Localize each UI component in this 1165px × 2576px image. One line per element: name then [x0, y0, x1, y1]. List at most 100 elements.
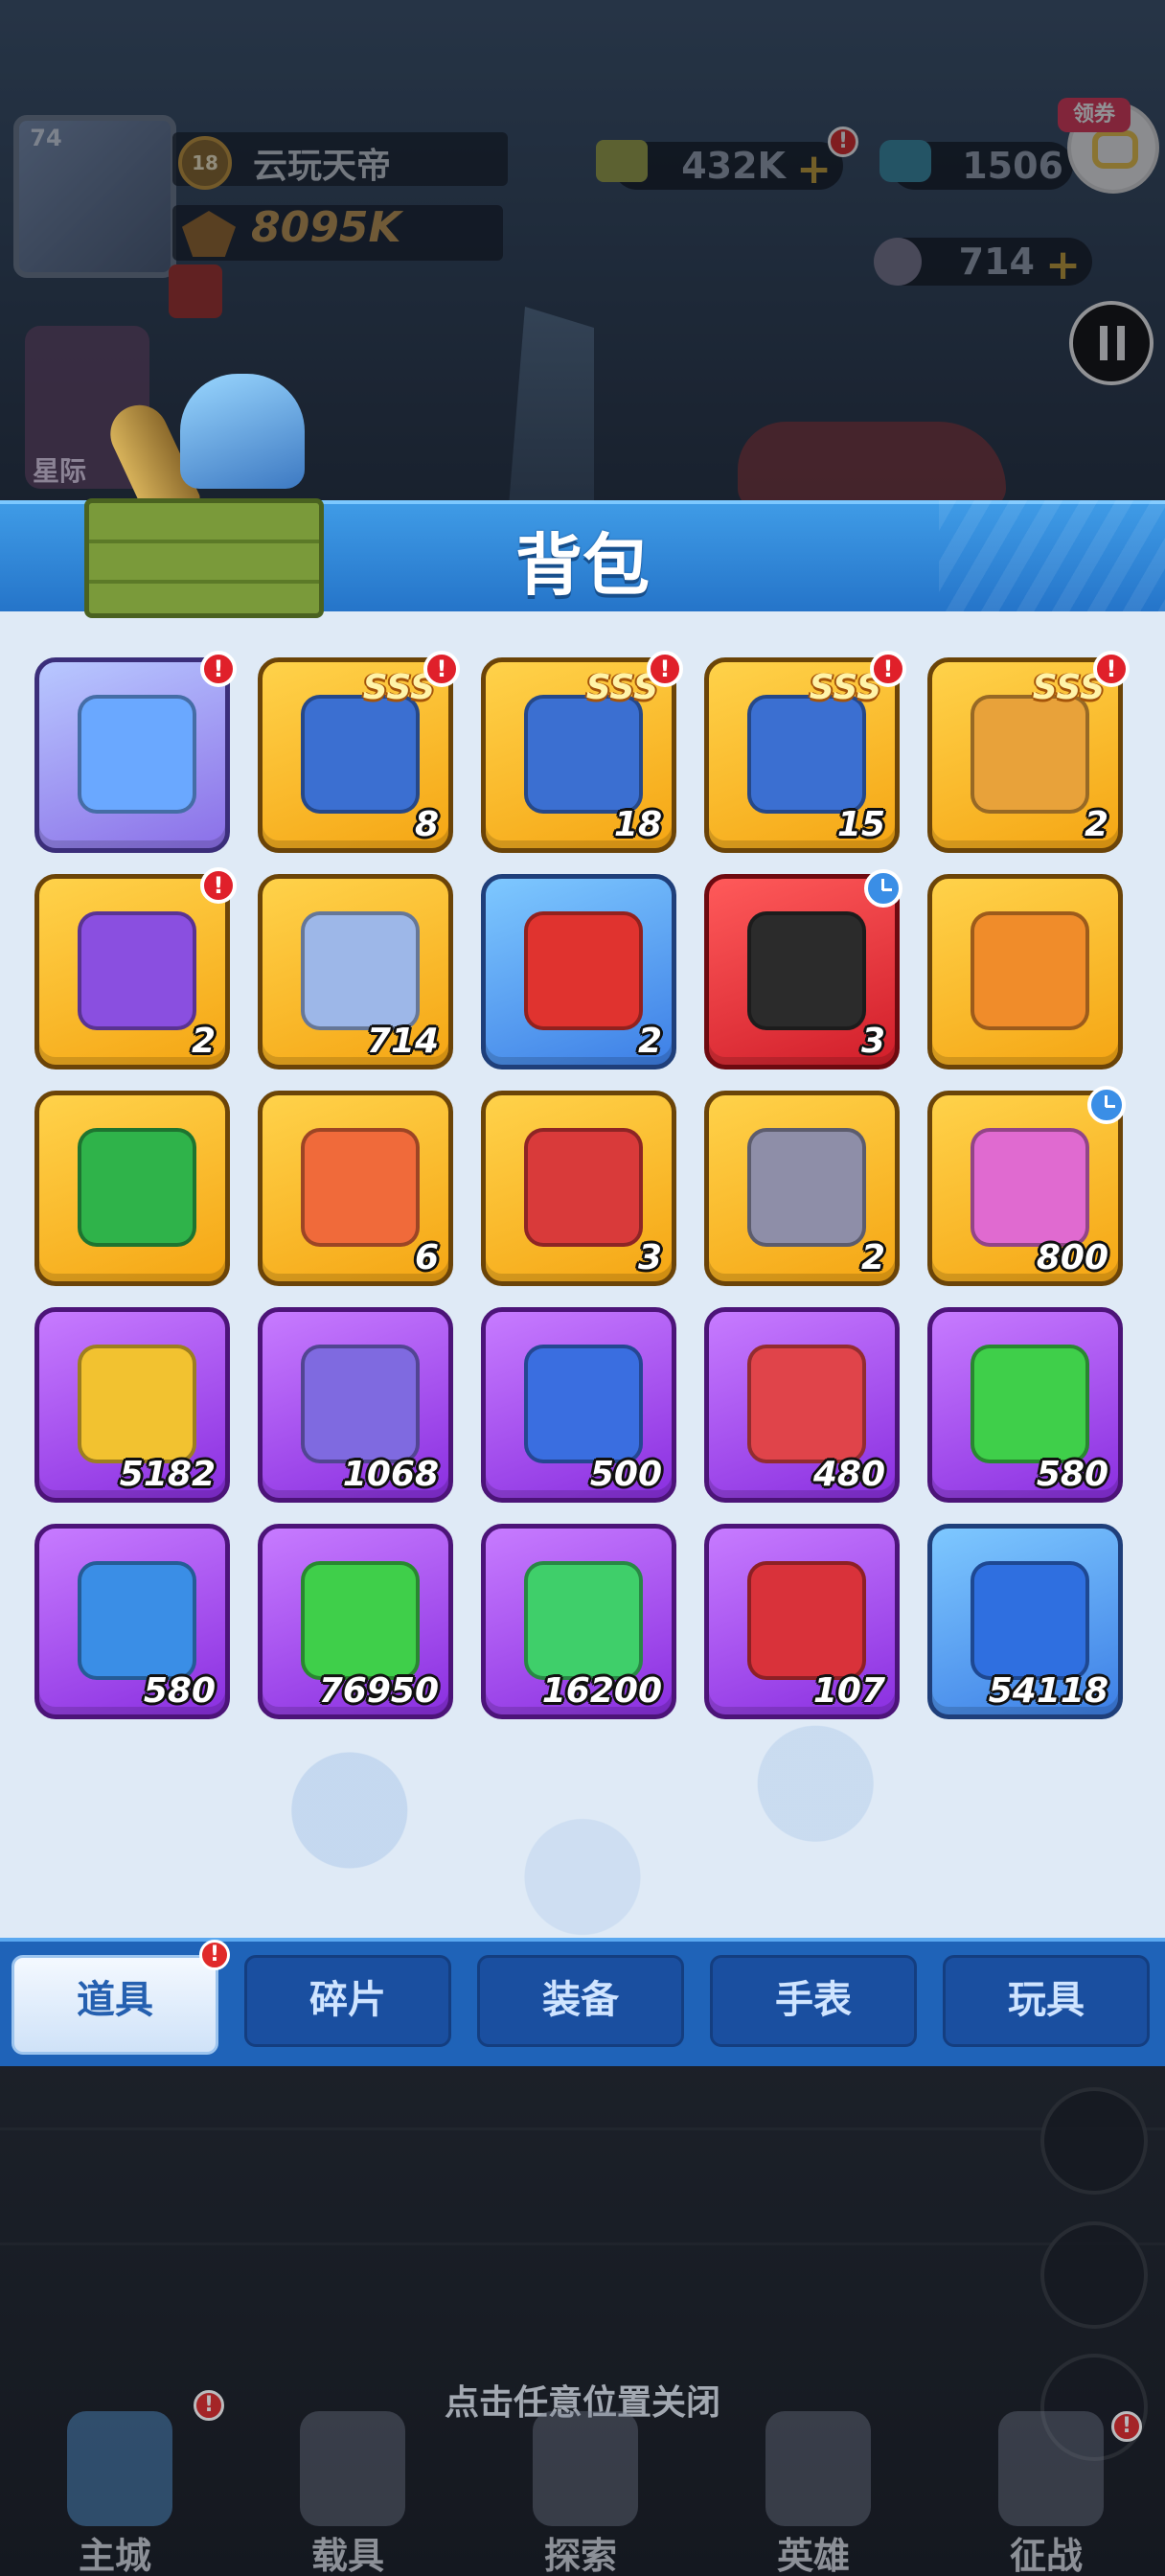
inventory-item[interactable]: 2! — [34, 867, 237, 1070]
tool-card-icon — [301, 1345, 420, 1463]
inventory-item[interactable]: 16200 — [481, 1524, 676, 1719]
item-count: 8 — [414, 805, 439, 844]
dna-book-icon — [971, 911, 1089, 1030]
nav-label: 探索 — [543, 2535, 617, 2576]
sss-hero-card-icon — [971, 695, 1089, 814]
inventory-item[interactable]: 76950 — [258, 1524, 453, 1719]
music-note-icon — [971, 1128, 1089, 1247]
inventory-item[interactable]: 107 — [704, 1524, 900, 1719]
backpack-chest-icon — [84, 364, 324, 623]
green-book-icon — [78, 1128, 196, 1247]
explore-icon — [533, 2411, 638, 2526]
inventory-item[interactable]: 6 — [258, 1091, 453, 1286]
inventory-item[interactable]: 3 — [704, 869, 902, 1070]
inventory-item[interactable]: SSS 2! — [927, 651, 1130, 853]
helmet-icon — [180, 374, 305, 489]
blue-badge-icon — [78, 1561, 196, 1680]
crate-icon — [84, 498, 324, 618]
nav-label: 主城 — [78, 2535, 151, 2576]
tab-fragments[interactable]: 碎片 — [244, 1955, 451, 2047]
nav-label: 英雄 — [776, 2535, 850, 2576]
xp-can-icon — [971, 1561, 1089, 1680]
item-count: 1068 — [342, 1455, 439, 1494]
nav-item[interactable]: 英雄 — [718, 2392, 909, 2576]
battery-icon — [78, 1345, 196, 1463]
circuit-board-icon — [524, 1561, 643, 1680]
purple-book-icon — [78, 911, 196, 1030]
inventory-item[interactable]: 580 — [34, 1524, 230, 1719]
item-count: 480 — [812, 1455, 885, 1494]
inventory-item[interactable]: 480 — [704, 1307, 900, 1503]
item-count: 2 — [1084, 805, 1108, 844]
nav-item[interactable]: 主城 — [19, 2392, 211, 2576]
item-count: 714 — [366, 1022, 439, 1061]
main-city-icon — [67, 2411, 172, 2526]
inventory-item[interactable]: 1068 — [258, 1307, 453, 1503]
hero-icon — [765, 2411, 871, 2526]
tab-watch[interactable]: 手表 — [710, 1955, 917, 2047]
item-count: 3 — [637, 1238, 662, 1277]
item-count: 3 — [860, 1022, 885, 1061]
alert-icon: ! — [200, 651, 237, 687]
inventory-item[interactable] — [34, 1091, 230, 1286]
item-count: 16200 — [541, 1671, 662, 1711]
item-count: 2 — [191, 1022, 216, 1061]
sss-card-icon — [301, 695, 420, 814]
inventory-item[interactable]: ! — [34, 651, 237, 853]
inventory-item[interactable]: SSS 18! — [481, 651, 683, 853]
robot-part-icon — [747, 1561, 866, 1680]
inventory-item[interactable]: 2 — [481, 874, 676, 1070]
item-count: 107 — [812, 1671, 885, 1711]
item-count: 500 — [589, 1455, 662, 1494]
clock-icon — [1087, 1086, 1126, 1124]
racing-helmet-icon — [747, 911, 866, 1030]
inventory-item[interactable]: 800 — [927, 1086, 1126, 1286]
tab-alert-icon: ! — [199, 1940, 230, 1970]
alert-icon: ! — [1093, 651, 1130, 687]
inventory-item[interactable]: 580 — [927, 1307, 1123, 1503]
item-count: 2 — [637, 1022, 662, 1061]
nav-item[interactable]: 载具 — [252, 2392, 444, 2576]
vehicle-icon — [300, 2411, 405, 2526]
item-count: 54118 — [988, 1671, 1108, 1711]
inventory-item[interactable]: 714 — [258, 874, 453, 1070]
item-count: 18 — [613, 805, 662, 844]
inventory-item[interactable] — [927, 874, 1123, 1070]
sss-card-icon — [747, 695, 866, 814]
chest-icon — [78, 695, 196, 814]
alert-icon: ! — [647, 651, 683, 687]
inventory-item[interactable]: 54118 — [927, 1524, 1123, 1719]
hex-armor-icon — [524, 1345, 643, 1463]
alert-icon: ! — [200, 867, 237, 904]
tab-equipment[interactable]: 装备 — [477, 1955, 684, 2047]
tab-items[interactable]: 道具 — [11, 1955, 218, 2055]
nav-label: 载具 — [310, 2535, 384, 2576]
engine-icon — [747, 1128, 866, 1247]
red-gear-ticket-icon — [524, 1128, 643, 1247]
star-ticket-icon — [301, 1128, 420, 1247]
item-count: 76950 — [318, 1671, 439, 1711]
item-count: 2 — [860, 1238, 885, 1277]
inventory-item[interactable]: SSS 8! — [258, 651, 460, 853]
green-badge-icon — [971, 1345, 1089, 1463]
clock-icon — [864, 869, 902, 908]
inventory-item[interactable]: 5182 — [34, 1307, 230, 1503]
item-count: 15 — [836, 805, 885, 844]
item-count: 580 — [143, 1671, 216, 1711]
b-coin-icon — [301, 911, 420, 1030]
item-count: 5182 — [119, 1455, 216, 1494]
inventory-item[interactable]: 500 — [481, 1307, 676, 1503]
item-count: 580 — [1036, 1455, 1108, 1494]
sss-card-icon — [524, 695, 643, 814]
nav-alert-icon: ! — [194, 2390, 224, 2421]
item-count: 6 — [414, 1238, 439, 1277]
campaign-icon — [998, 2411, 1104, 2526]
alert-icon: ! — [870, 651, 906, 687]
nav-item[interactable]: 探索 — [485, 2392, 676, 2576]
red-badge-icon — [747, 1345, 866, 1463]
inventory-item[interactable]: 2 — [704, 1091, 900, 1286]
tab-toys[interactable]: 玩具 — [943, 1955, 1150, 2047]
item-count: 800 — [1036, 1238, 1108, 1277]
inventory-item[interactable]: SSS 15! — [704, 651, 906, 853]
inventory-item[interactable]: 3 — [481, 1091, 676, 1286]
